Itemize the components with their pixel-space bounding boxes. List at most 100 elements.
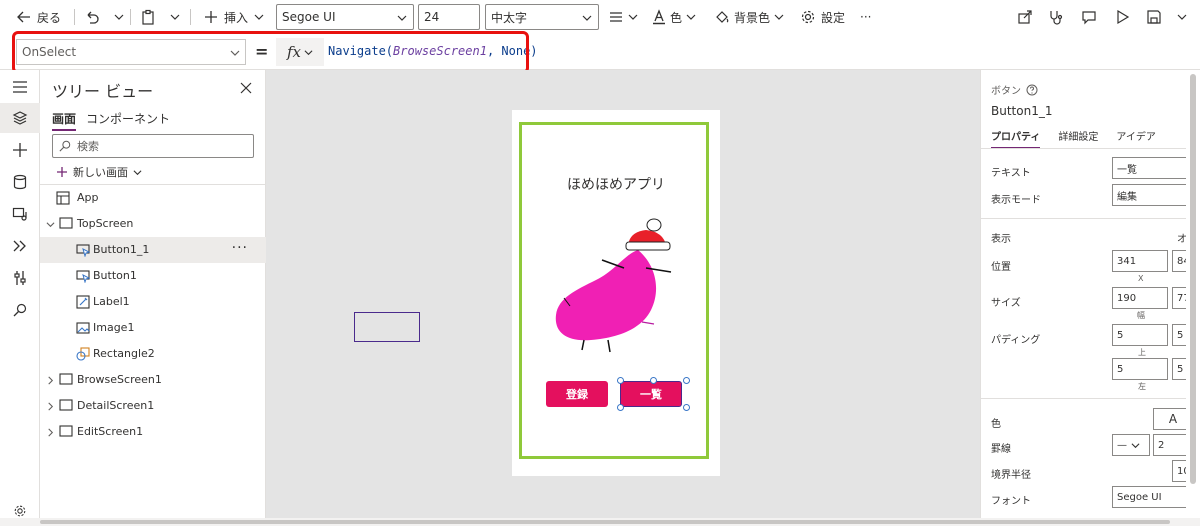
horizontal-scrollbar[interactable] <box>0 518 1200 526</box>
function-button[interactable]: fx <box>276 38 324 66</box>
insert-rail-button[interactable] <box>0 135 40 165</box>
preview-button[interactable] <box>1108 0 1136 34</box>
tree-view-rail-button[interactable] <box>0 103 40 133</box>
font-family-select[interactable]: Segoe UI <box>276 4 414 30</box>
formula-input[interactable]: Navigate(BrowseScreen1, None) <box>328 44 538 58</box>
color-button[interactable]: 色 <box>652 0 696 34</box>
tree-item-app[interactable]: App <box>40 185 266 211</box>
new-screen-button[interactable]: 新しい画面 <box>56 164 142 180</box>
tree-item-label: TopScreen <box>77 217 134 230</box>
tree-item-button1-1[interactable]: Button1_1 ··· <box>40 237 266 263</box>
power-apps-studio: 戻る 挿入 Segoe UI 24 中太字 色 背景色 設定 ··· OnSel… <box>0 0 1200 526</box>
resize-handle[interactable] <box>617 404 624 411</box>
padding-left-input[interactable]: 5 <box>1112 358 1168 380</box>
app-checker-button[interactable] <box>1042 0 1070 34</box>
display-mode-select[interactable]: 編集 <box>1112 184 1194 206</box>
font-weight-select[interactable]: 中太字 <box>485 4 599 30</box>
screen-icon <box>59 399 73 411</box>
resize-handle[interactable] <box>683 377 690 384</box>
tree-item-editscreen1[interactable]: EditScreen1 <box>40 419 266 445</box>
position-label: 位置 <box>991 262 1011 273</box>
property-value: OnSelect <box>22 45 77 59</box>
hamburger-menu-button[interactable] <box>0 72 40 102</box>
tree-item-label: Label1 <box>93 295 130 308</box>
screen-icon <box>59 425 73 437</box>
tree-item-browsescreen1[interactable]: BrowseScreen1 <box>40 367 266 393</box>
tab-screens[interactable]: 画面 <box>52 110 77 131</box>
resize-handle[interactable] <box>650 377 657 384</box>
tree-item-image1[interactable]: Image1 <box>40 315 266 341</box>
tab-components[interactable]: コンポーネント <box>86 110 170 131</box>
fill-button[interactable]: 背景色 <box>714 0 784 34</box>
align-button[interactable] <box>608 0 638 34</box>
property-select[interactable]: OnSelect <box>16 39 246 65</box>
position-x-value: 341 <box>1117 255 1137 267</box>
color-label: 色 <box>670 10 683 25</box>
search-rail-button[interactable] <box>0 295 40 325</box>
tree-item-label: EditScreen1 <box>77 425 144 438</box>
close-tree-button[interactable] <box>240 82 252 97</box>
left-caption: 左 <box>1138 382 1146 391</box>
chevron-right-icon <box>48 402 54 411</box>
tree-item-topscreen[interactable]: TopScreen <box>40 211 266 237</box>
padding-label: パディング <box>991 335 1041 346</box>
undo-dropdown[interactable] <box>114 0 124 34</box>
width-input[interactable]: 190 <box>1112 287 1168 309</box>
position-x-input[interactable]: 341 <box>1112 250 1168 272</box>
insert-button[interactable]: 挿入 <box>204 0 264 34</box>
border-label: 罫線 <box>991 444 1011 455</box>
app-icon <box>56 191 70 205</box>
comments-button[interactable] <box>1075 0 1103 34</box>
tree-item-label: App <box>77 191 99 204</box>
display-mode-label: 表示モード <box>991 195 1041 206</box>
settings-button[interactable]: 設定 <box>800 0 845 34</box>
fx-icon: fx <box>286 43 301 61</box>
data-rail-button[interactable] <box>0 167 40 197</box>
padding-top-input[interactable]: 5 <box>1112 324 1168 346</box>
image1-mascot-illustration[interactable] <box>546 210 686 360</box>
media-rail-button[interactable] <box>0 199 40 229</box>
advanced-tools-rail-button[interactable] <box>0 263 40 293</box>
button1-register[interactable]: 登録 <box>546 381 608 407</box>
top-screen-preview[interactable]: ほめほめアプリ 登録 一覧 <box>512 110 720 476</box>
more-options-icon[interactable]: ··· <box>232 240 248 256</box>
chevron-down-icon <box>170 14 180 20</box>
scrollbar-thumb[interactable] <box>40 520 1170 524</box>
chevron-down-icon <box>133 169 142 175</box>
tab-ideas[interactable]: アイデア <box>1116 128 1156 149</box>
formula-bar: OnSelect = fx Navigate(BrowseScreen1, No… <box>0 34 1200 70</box>
button-icon <box>76 244 90 257</box>
save-button[interactable] <box>1140 0 1168 34</box>
scrollbar-thumb[interactable] <box>1190 74 1196 484</box>
save-dropdown[interactable] <box>1168 0 1196 34</box>
button1-1-list[interactable]: 一覧 <box>620 381 682 407</box>
tree-item-detailscreen1[interactable]: DetailScreen1 <box>40 393 266 419</box>
tree-item-button1[interactable]: Button1 <box>40 263 266 289</box>
font-size-input[interactable]: 24 <box>418 4 480 30</box>
design-canvas[interactable]: ほめほめアプリ 登録 一覧 <box>266 70 980 518</box>
text-property-input[interactable]: 一覧 <box>1112 157 1194 179</box>
properties-tabs: プロパティ 詳細設定 アイデア <box>991 128 1156 149</box>
back-button[interactable]: 戻る <box>16 0 61 34</box>
label1-app-title[interactable]: ほめほめアプリ <box>512 174 720 194</box>
share-button[interactable] <box>1011 0 1039 34</box>
tree-search-input[interactable]: 検索 <box>52 134 254 158</box>
power-automate-rail-button[interactable] <box>0 231 40 261</box>
more-commands-button[interactable]: ··· <box>860 0 871 34</box>
border-style-select[interactable]: — <box>1112 434 1150 456</box>
tab-properties[interactable]: プロパティ <box>991 128 1041 149</box>
resize-handle[interactable] <box>683 404 690 411</box>
tab-advanced[interactable]: 詳細設定 <box>1058 128 1098 149</box>
undo-button[interactable] <box>84 0 100 34</box>
tree-item-label1[interactable]: Label1 <box>40 289 266 315</box>
paste-button[interactable] <box>140 0 156 34</box>
tree-item-rectangle2[interactable]: Rectangle2 <box>40 341 266 367</box>
resize-handle[interactable] <box>617 377 624 384</box>
help-icon[interactable] <box>1026 84 1038 96</box>
width-caption: 幅 <box>1137 311 1145 320</box>
back-arrow-icon <box>17 11 30 23</box>
text-property-label: テキスト <box>991 168 1031 179</box>
vertical-scrollbar[interactable] <box>1186 70 1200 518</box>
paste-dropdown[interactable] <box>170 0 180 34</box>
formula-function: Navigate( <box>328 44 394 58</box>
